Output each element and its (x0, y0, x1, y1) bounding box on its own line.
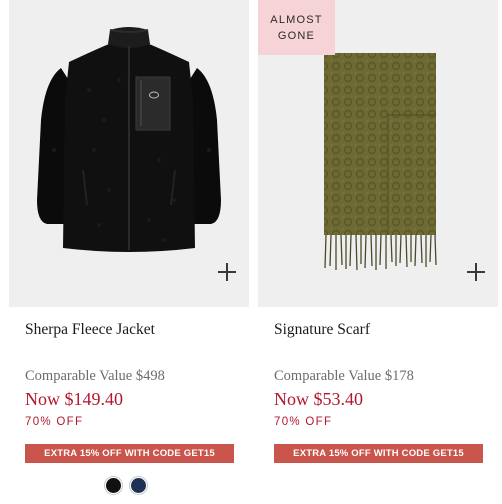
discount-percent: 70% OFF (25, 416, 84, 428)
product-name[interactable]: Signature Scarf (274, 321, 370, 339)
add-to-bag-plus-icon[interactable] (217, 262, 237, 282)
comparable-value: Comparable Value $498 (25, 368, 165, 384)
product-card-signature-scarf[interactable]: ALMOST GONE Signature Scarf Comparable V… (258, 0, 498, 504)
almost-gone-badge: ALMOST GONE (258, 0, 335, 55)
promo-code-banner: EXTRA 15% OFF WITH CODE GET15 (274, 444, 483, 463)
swatch-navy[interactable] (130, 477, 147, 494)
product-grid: Sherpa Fleece Jacket Comparable Value $4… (0, 0, 502, 504)
product-name[interactable]: Sherpa Fleece Jacket (25, 321, 155, 339)
sherpa-jacket-image[interactable] (9, 0, 249, 307)
product-card-sherpa-fleece-jacket[interactable]: Sherpa Fleece Jacket Comparable Value $4… (9, 0, 249, 504)
product-image-container[interactable] (9, 0, 249, 307)
color-swatches (105, 477, 147, 494)
add-to-bag-plus-icon[interactable] (466, 262, 486, 282)
discount-percent: 70% OFF (274, 416, 333, 428)
product-image-container[interactable]: ALMOST GONE (258, 0, 498, 307)
promo-code-banner: EXTRA 15% OFF WITH CODE GET15 (25, 444, 234, 463)
sale-price: Now $149.40 (25, 389, 123, 409)
swatch-black[interactable] (105, 477, 122, 494)
sale-price: Now $53.40 (274, 389, 363, 409)
comparable-value: Comparable Value $178 (274, 368, 414, 384)
